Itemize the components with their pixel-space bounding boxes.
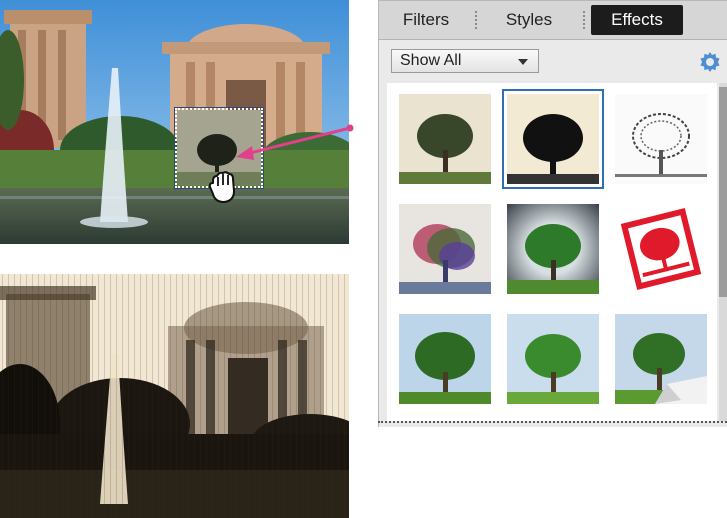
chevron-down-icon xyxy=(518,59,528,65)
panel-bottom-edge xyxy=(378,421,727,423)
hand-grab-icon xyxy=(208,171,235,203)
effect-thumbnail-black-ink[interactable] xyxy=(502,89,604,189)
scrollbar-thumb[interactable] xyxy=(719,87,727,297)
effect-thumbnail-page-curl[interactable] xyxy=(610,309,712,409)
panel-toolbar: Show All xyxy=(379,40,727,82)
effect-thumbnail-bright[interactable] xyxy=(502,309,604,409)
grid-scrollbar[interactable] xyxy=(719,83,727,421)
gear-icon[interactable] xyxy=(698,50,722,74)
drag-arrow-icon xyxy=(236,124,354,160)
tab-styles[interactable]: Styles xyxy=(483,5,575,35)
effect-thumbnail-natural[interactable] xyxy=(394,309,496,409)
effect-thumbnail-red-stamp[interactable] xyxy=(610,199,712,299)
effect-thumbnail-rgb-split[interactable] xyxy=(394,199,496,299)
result-photo xyxy=(0,274,349,518)
tab-separator xyxy=(583,11,587,29)
tab-effects[interactable]: Effects xyxy=(591,5,683,35)
panel-tab-bar: Filters Styles Effects xyxy=(379,1,727,40)
effect-thumbnail-pencil-sketch[interactable] xyxy=(610,89,712,189)
effects-thumbnail-grid xyxy=(387,83,717,421)
category-dropdown[interactable]: Show All xyxy=(391,49,539,73)
tab-filters[interactable]: Filters xyxy=(383,5,469,35)
category-dropdown-value: Show All xyxy=(400,52,462,69)
effect-thumbnail-color-vintage[interactable] xyxy=(394,89,496,189)
effect-thumbnail-dark-vignette[interactable] xyxy=(502,199,604,299)
tab-separator xyxy=(475,11,479,29)
effects-panel: Filters Styles Effects Show All xyxy=(378,0,727,427)
